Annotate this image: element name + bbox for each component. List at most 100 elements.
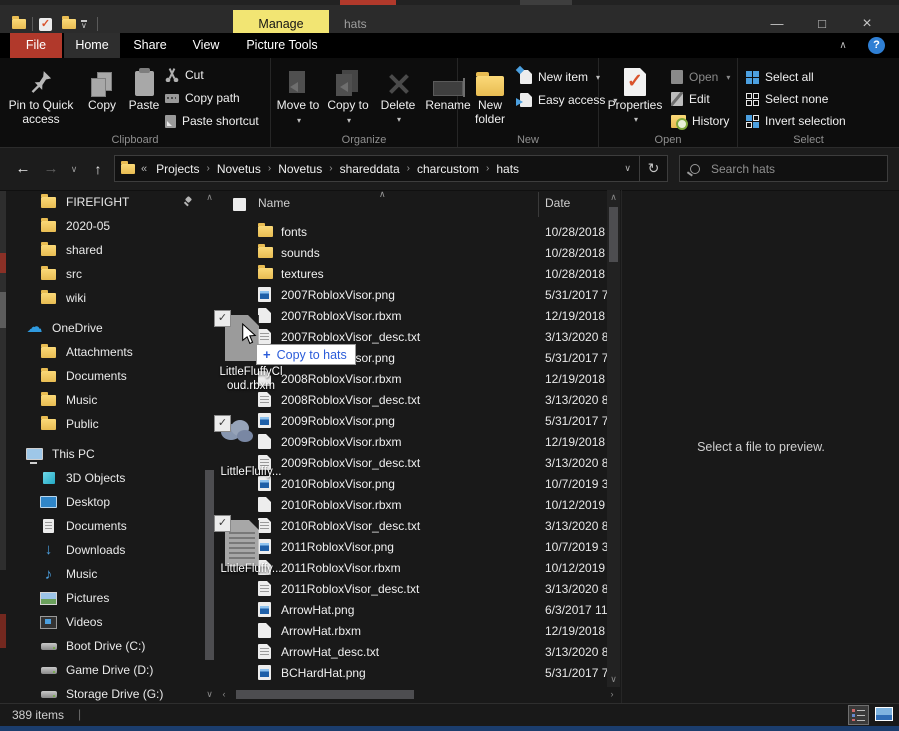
tab-picture-tools[interactable]: Picture Tools bbox=[234, 33, 330, 58]
recent-locations-chevron-icon[interactable]: ∨ bbox=[64, 148, 84, 190]
breadcrumb-label[interactable]: Projects bbox=[149, 162, 206, 176]
details-view-button[interactable] bbox=[848, 705, 869, 725]
breadcrumb-label[interactable]: Novetus bbox=[210, 162, 268, 176]
sidebar-item[interactable]: ☁ OneDrive bbox=[0, 316, 203, 340]
customize-toolbar-chevron-icon[interactable]: ∨ bbox=[81, 20, 87, 29]
refresh-button[interactable]: ↻ bbox=[640, 155, 668, 182]
breadcrumb-segment[interactable]: hats › bbox=[489, 162, 526, 176]
table-row[interactable]: 2011RobloxVisor_desc.txt 3/13/2020 8 bbox=[216, 578, 607, 599]
invert-selection-button[interactable]: Invert selection bbox=[746, 112, 846, 130]
properties-button[interactable]: ✓ Properties ▾ bbox=[603, 63, 667, 126]
table-row[interactable]: textures 10/28/2018 bbox=[216, 263, 607, 284]
breadcrumb-label[interactable]: hats bbox=[489, 162, 526, 176]
sidebar-item[interactable]: Desktop bbox=[0, 490, 203, 514]
copy-to-button[interactable]: Copy to ▾ bbox=[325, 63, 371, 127]
edit-button[interactable]: Edit bbox=[671, 90, 710, 108]
sidebar-item[interactable]: Game Drive (D:) bbox=[0, 658, 203, 682]
column-header-name[interactable]: Name bbox=[258, 196, 290, 210]
sidebar-item[interactable]: 2020-05 bbox=[0, 214, 203, 238]
table-row[interactable]: sounds 10/28/2018 bbox=[216, 242, 607, 263]
sidebar-item[interactable]: Music bbox=[0, 388, 203, 412]
breadcrumb-segment[interactable]: Novetus › bbox=[271, 162, 332, 176]
scroll-up-icon[interactable]: ∧ bbox=[203, 192, 216, 203]
table-row[interactable]: ArrowHat.png 6/3/2017 11 bbox=[216, 599, 607, 620]
scrollbar-thumb[interactable] bbox=[609, 207, 618, 262]
forward-button[interactable]: → bbox=[38, 148, 64, 190]
collapse-ribbon-icon[interactable]: ∧ bbox=[831, 33, 855, 58]
tab-view[interactable]: View bbox=[180, 33, 232, 58]
copy-button[interactable]: Copy bbox=[82, 63, 122, 113]
sidebar-item[interactable]: Videos bbox=[0, 610, 203, 634]
sidebar-item[interactable]: Documents bbox=[0, 364, 203, 388]
sidebar-item[interactable]: src bbox=[0, 262, 203, 286]
table-row[interactable]: ArrowHat.rbxm 12/19/2018 bbox=[216, 620, 607, 641]
sidebar-item[interactable]: Storage Drive (G:) bbox=[0, 682, 203, 703]
properties-check-icon[interactable]: ✓ bbox=[39, 18, 52, 31]
scroll-up-icon[interactable]: ∧ bbox=[607, 192, 620, 203]
breadcrumb-segment[interactable]: Novetus › bbox=[210, 162, 271, 176]
folder-icon[interactable] bbox=[12, 19, 26, 29]
table-row[interactable]: 2009RobloxVisor.rbxm 12/19/2018 bbox=[216, 431, 607, 452]
sidebar-scrollbar[interactable]: ∧ ∨ bbox=[203, 190, 216, 702]
cut-button[interactable]: Cut bbox=[165, 66, 204, 84]
sidebar-item[interactable]: ↓ Downloads bbox=[0, 538, 203, 562]
sidebar-item[interactable]: Documents bbox=[0, 514, 203, 538]
sidebar-item[interactable]: Pictures bbox=[0, 586, 203, 610]
scroll-down-icon[interactable]: ∨ bbox=[203, 689, 216, 700]
delete-button[interactable]: Delete ▾ bbox=[375, 63, 421, 126]
search-input[interactable] bbox=[709, 161, 873, 177]
breadcrumb-overflow-icon[interactable]: « bbox=[141, 163, 147, 175]
copy-path-button[interactable]: Copy path bbox=[165, 89, 240, 107]
file-list-vertical-scrollbar[interactable]: ∧ ∨ bbox=[607, 190, 620, 687]
new-item-button[interactable]: New item ▾ bbox=[520, 68, 600, 86]
new-folder-button[interactable]: New folder bbox=[464, 63, 516, 126]
table-row[interactable]: 2010RobloxVisor.rbxm 10/12/2019 bbox=[216, 494, 607, 515]
open-button[interactable]: Open ▾ bbox=[671, 68, 730, 86]
address-bar[interactable]: « Projects › Novetus › Novetus › sharedd… bbox=[114, 155, 640, 182]
paste-shortcut-button[interactable]: Paste shortcut bbox=[165, 112, 259, 130]
sidebar-item[interactable]: Boot Drive (C:) bbox=[0, 634, 203, 658]
tab-home[interactable]: Home bbox=[64, 33, 120, 58]
sidebar-item[interactable]: wiki bbox=[0, 286, 203, 310]
table-row[interactable]: 2007RobloxVisor.rbxm 12/19/2018 bbox=[216, 305, 607, 326]
file-list-horizontal-scrollbar[interactable]: ‹ › bbox=[216, 688, 620, 701]
table-row[interactable]: 2009RobloxVisor.png 5/31/2017 7 bbox=[216, 410, 607, 431]
scrollbar-thumb[interactable] bbox=[236, 690, 414, 699]
thumbnail-view-button[interactable] bbox=[875, 707, 893, 721]
breadcrumb-label[interactable]: Novetus bbox=[271, 162, 329, 176]
folder-icon[interactable] bbox=[62, 19, 76, 29]
breadcrumb-label[interactable]: charcustom bbox=[410, 162, 486, 176]
sidebar-item[interactable]: FIREFIGHT bbox=[0, 190, 203, 214]
table-row[interactable]: ArrowHat_desc.txt 3/13/2020 8 bbox=[216, 641, 607, 662]
table-row[interactable]: 2011RobloxVisor.png 10/7/2019 3 bbox=[216, 536, 607, 557]
move-to-button[interactable]: Move to ▾ bbox=[275, 63, 321, 127]
select-none-button[interactable]: Select none bbox=[746, 90, 828, 108]
select-all-checkbox[interactable] bbox=[233, 198, 246, 211]
table-row[interactable]: 2007RobloxVisor.png 5/31/2017 7 bbox=[216, 284, 607, 305]
breadcrumb-segment[interactable]: charcustom › bbox=[410, 162, 489, 176]
table-row[interactable]: 2010RobloxVisor_desc.txt 3/13/2020 8 bbox=[216, 515, 607, 536]
sidebar-item[interactable]: 3D Objects bbox=[0, 466, 203, 490]
scroll-down-icon[interactable]: ∨ bbox=[607, 674, 620, 685]
breadcrumb-label[interactable]: shareddata bbox=[333, 162, 407, 176]
help-icon[interactable]: ? bbox=[868, 37, 885, 54]
history-button[interactable]: History bbox=[671, 112, 729, 130]
table-row[interactable]: BCHardHat.png 5/31/2017 7 bbox=[216, 662, 607, 683]
up-button[interactable]: ↑ bbox=[86, 148, 110, 190]
column-header-date[interactable]: Date bbox=[545, 196, 570, 210]
table-row[interactable]: fonts 10/28/2018 bbox=[216, 221, 607, 242]
address-dropdown-chevron-icon[interactable]: ∨ bbox=[624, 163, 631, 174]
search-box[interactable] bbox=[679, 155, 888, 182]
sidebar-item[interactable]: This PC bbox=[0, 442, 203, 466]
sidebar-item[interactable]: ♪ Music bbox=[0, 562, 203, 586]
back-button[interactable]: ← bbox=[10, 148, 36, 190]
select-all-button[interactable]: Select all bbox=[746, 68, 814, 86]
tab-share[interactable]: Share bbox=[122, 33, 178, 58]
scroll-left-icon[interactable]: ‹ bbox=[218, 688, 230, 701]
sidebar-item[interactable]: shared bbox=[0, 238, 203, 262]
pin-to-quick-access-button[interactable]: Pin to Quick access bbox=[4, 63, 78, 126]
sidebar-item[interactable]: Attachments bbox=[0, 340, 203, 364]
paste-button[interactable]: Paste bbox=[124, 63, 164, 113]
column-divider[interactable] bbox=[538, 192, 539, 217]
breadcrumb-segment[interactable]: shareddata › bbox=[333, 162, 410, 176]
